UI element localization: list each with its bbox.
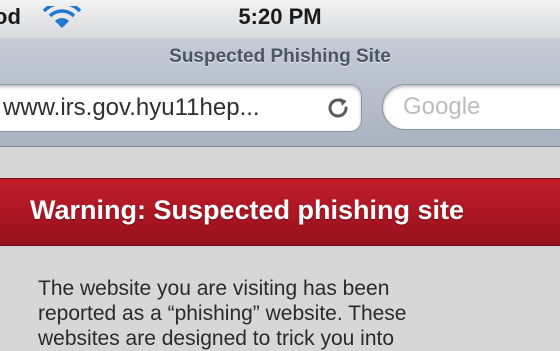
warning-line: reported as a “phishing” website. These	[38, 302, 407, 325]
page-title: Suspected Phishing Site	[169, 46, 391, 67]
warning-title: Warning: Suspected phishing site	[30, 195, 465, 225]
navigation-bar: Suspected Phishing Site www.irs.gov.hyu1…	[0, 38, 560, 147]
status-time: 5:20 PM	[238, 4, 322, 29]
reload-icon[interactable]	[325, 95, 351, 121]
url-text[interactable]: www.irs.gov.hyu11hep...	[3, 94, 303, 122]
warning-line: websites are designed to trick you into	[38, 327, 395, 350]
warning-message: The website you are visiting has been re…	[38, 276, 538, 351]
warning-banner: Warning: Suspected phishing site	[0, 178, 560, 246]
status-bar: od 5:20 PM	[0, 0, 560, 39]
address-field[interactable]: www.irs.gov.hyu11hep...	[0, 84, 362, 132]
warning-line: The website you are visiting has been	[38, 277, 390, 300]
search-input[interactable]	[382, 84, 560, 130]
